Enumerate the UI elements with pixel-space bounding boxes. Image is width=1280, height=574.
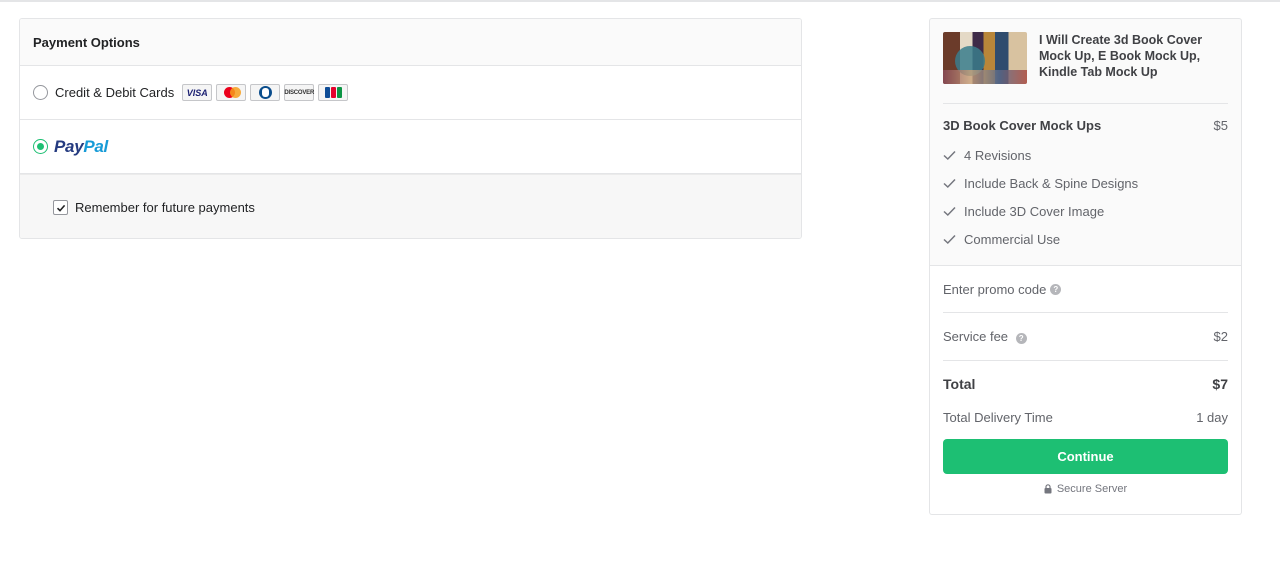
delivery-time-row: Total Delivery Time 1 day	[943, 407, 1228, 427]
gig-info: I Will Create 3d Book Cover Mock Up, E B…	[943, 19, 1228, 104]
feature-label: 4 Revisions	[964, 147, 1032, 163]
order-summary-bottom: Enter promo code ? Service fee ? $2 Tota…	[929, 266, 1242, 515]
card-logos: VISA DISCOVER	[182, 84, 349, 101]
feature-list: 4 Revisions Include Back & Spine Designs…	[943, 141, 1228, 253]
discover-icon: DISCOVER	[284, 84, 314, 101]
remember-section: Remember for future payments	[20, 174, 801, 238]
credit-card-radio[interactable]	[33, 85, 48, 100]
order-summary-top: I Will Create 3d Book Cover Mock Up, E B…	[929, 18, 1242, 266]
total-row: Total $7	[943, 361, 1228, 407]
continue-button[interactable]: Continue	[943, 439, 1228, 474]
feature-label: Include 3D Cover Image	[964, 203, 1105, 219]
list-item: Include 3D Cover Image	[943, 197, 1228, 225]
service-fee-value: $2	[1213, 329, 1228, 344]
diners-club-icon	[250, 84, 281, 101]
delivery-time-value: 1 day	[1196, 409, 1228, 425]
delivery-time-label: Total Delivery Time	[943, 409, 1053, 425]
feature-label: Commercial Use	[964, 231, 1061, 247]
remember-checkbox[interactable]	[53, 200, 68, 215]
jcb-icon	[318, 84, 349, 101]
top-divider	[0, 0, 1280, 2]
check-icon	[56, 204, 65, 212]
package-price: $5	[1213, 118, 1228, 133]
visa-icon: VISA	[182, 84, 213, 101]
credit-card-option[interactable]: Credit & Debit Cards VISA DISCOVER	[20, 66, 801, 120]
list-item: Include Back & Spine Designs	[943, 169, 1228, 197]
gig-thumbnail	[943, 32, 1027, 84]
paypal-option[interactable]: PayPal	[20, 120, 801, 174]
payment-options-title: Payment Options	[33, 34, 140, 50]
help-icon[interactable]: ?	[1050, 283, 1062, 295]
payment-options-header: Payment Options	[20, 19, 801, 66]
package-name: 3D Book Cover Mock Ups	[943, 118, 1102, 133]
mastercard-icon	[216, 84, 247, 101]
checkmark-icon	[943, 150, 956, 160]
lock-icon	[1044, 484, 1052, 494]
list-item: Commercial Use	[943, 225, 1228, 253]
checkmark-icon	[943, 178, 956, 188]
paypal-logo: PayPal	[54, 136, 108, 156]
paypal-radio[interactable]	[33, 139, 48, 154]
gig-title: I Will Create 3d Book Cover Mock Up, E B…	[1039, 33, 1203, 79]
promo-code-label[interactable]: Enter promo code	[943, 282, 1046, 297]
promo-code-link[interactable]: Enter promo code ?	[943, 266, 1228, 313]
secure-server-note: Secure Server	[930, 483, 1241, 495]
service-fee-label: Service fee	[943, 329, 1009, 344]
credit-card-label: Credit & Debit Cards	[55, 85, 175, 100]
checkmark-icon	[943, 234, 956, 244]
help-icon[interactable]: ?	[1015, 333, 1027, 344]
package-row: 3D Book Cover Mock Ups $5	[943, 118, 1228, 133]
service-fee-row: Service fee ? $2	[943, 313, 1228, 361]
checkmark-icon	[943, 206, 956, 216]
payment-options-panel: Payment Options Credit & Debit Cards VIS…	[19, 18, 802, 239]
secure-server-label: Secure Server	[1056, 483, 1128, 495]
list-item: 4 Revisions	[943, 141, 1228, 169]
total-label: Total	[943, 376, 976, 392]
remember-label: Remember for future payments	[75, 200, 255, 215]
total-value: $7	[1212, 376, 1228, 392]
feature-label: Include Back & Spine Designs	[964, 175, 1139, 191]
